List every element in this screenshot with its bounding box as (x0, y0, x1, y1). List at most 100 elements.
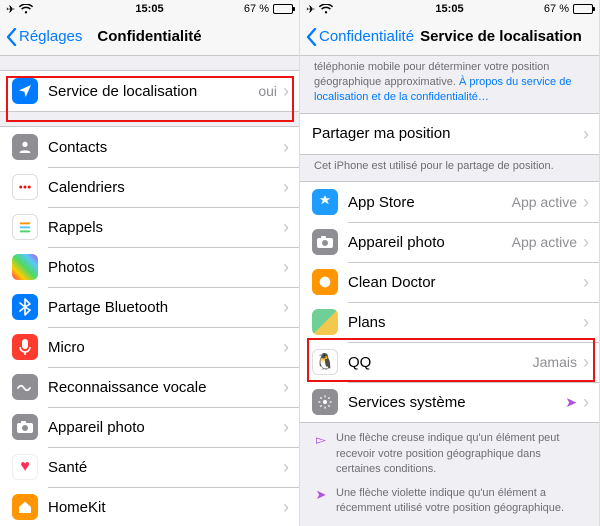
camapp-icon (312, 229, 338, 255)
status-bar: ✈︎ 15:05 67 % (0, 0, 299, 18)
homekit-icon (12, 494, 38, 520)
app-cell-maps[interactable]: Plans› (300, 302, 599, 342)
privacy-cell-cam[interactable]: Appareil photo› (0, 407, 299, 447)
cell-label: App Store (348, 194, 512, 211)
app-cell-qq[interactable]: 🐧 QQJamais › (300, 342, 599, 382)
app-cell-camapp[interactable]: Appareil photoApp active › (300, 222, 599, 262)
chevron-right-icon: › (583, 193, 589, 211)
cell-label: Calendriers (48, 179, 283, 196)
chevron-right-icon: › (583, 125, 589, 143)
share-position-label: Partager ma position (312, 125, 583, 142)
location-arrow-icon: ➤ (565, 394, 577, 411)
screen-privacy: ✈︎ 15:05 67 % Réglages Confidentialité S… (0, 0, 300, 526)
back-label: Confidentialité (319, 28, 414, 45)
speech-icon (12, 374, 38, 400)
cam-icon (12, 414, 38, 440)
battery-pct: 67 % (544, 3, 569, 15)
navbar-privacy: Réglages Confidentialité (0, 18, 299, 56)
app-cell-sys[interactable]: Services système➤ › (300, 382, 599, 422)
clean-icon (312, 269, 338, 295)
privacy-cell-cal[interactable]: ●●● Calendriers› (0, 167, 299, 207)
status-bar: ✈︎ 15:05 67 % (300, 0, 599, 18)
appstore-icon (312, 189, 338, 215)
cell-label: Clean Doctor (348, 274, 583, 291)
chevron-right-icon: › (283, 338, 289, 356)
chevron-right-icon: › (283, 418, 289, 436)
bt-icon (12, 294, 38, 320)
privacy-cell-mic[interactable]: Micro› (0, 327, 299, 367)
battery-icon (273, 4, 293, 14)
back-label: Réglages (19, 28, 82, 45)
cell-label: Reconnaissance vocale (48, 379, 283, 396)
health-icon: ♥ (12, 454, 38, 480)
back-button[interactable]: Confidentialité (306, 28, 414, 46)
mic-icon (12, 334, 38, 360)
maps-icon (312, 309, 338, 335)
legend-row: ◅Une flèche creuse indique qu'un élément… (314, 431, 585, 477)
cell-label: Photos (48, 259, 283, 276)
chevron-right-icon: › (583, 273, 589, 291)
chevron-right-icon: › (583, 313, 589, 331)
chevron-right-icon: › (283, 178, 289, 196)
battery-pct: 67 % (244, 3, 269, 15)
cell-label: Plans (348, 314, 583, 331)
cell-label: Services système (348, 394, 565, 411)
privacy-cell-rem[interactable]: Rappels› (0, 207, 299, 247)
status-time: 15:05 (435, 3, 463, 15)
cell-label: Appareil photo (348, 234, 512, 251)
chevron-right-icon: › (283, 298, 289, 316)
app-cell-appstore[interactable]: App StoreApp active › (300, 182, 599, 222)
legend-arrow-icon: ➤ (314, 486, 328, 517)
chevron-right-icon: › (283, 498, 289, 516)
cell-label: Rappels (48, 219, 283, 236)
cell-detail: App active (512, 194, 577, 210)
contacts-icon (12, 134, 38, 160)
navbar-title: Service de localisation (420, 28, 582, 45)
chevron-right-icon: › (283, 218, 289, 236)
cell-label: Service de localisation (48, 83, 258, 100)
chevron-right-icon: › (583, 233, 589, 251)
chevron-right-icon: › (283, 378, 289, 396)
screen-location: ✈︎ 15:05 67 % Confidentialité Service de… (300, 0, 600, 526)
privacy-cell-speech[interactable]: Reconnaissance vocale› (0, 367, 299, 407)
chevron-right-icon: › (283, 258, 289, 276)
cell-label: Partage Bluetooth (48, 299, 283, 316)
cell-label: QQ (348, 354, 533, 371)
app-cell-clean[interactable]: Clean Doctor› (300, 262, 599, 302)
cell-label: HomeKit (48, 499, 283, 516)
loc-icon (12, 78, 38, 104)
back-button[interactable]: Réglages (6, 28, 82, 46)
cell-label: Santé (48, 459, 283, 476)
cell-detail: App active (512, 234, 577, 250)
chevron-right-icon: › (283, 138, 289, 156)
sys-icon (312, 389, 338, 415)
privacy-cell-bt[interactable]: Partage Bluetooth› (0, 287, 299, 327)
cell-label: Appareil photo (48, 419, 283, 436)
chevron-right-icon: › (583, 393, 589, 411)
privacy-cell-contacts[interactable]: Contacts› (0, 127, 299, 167)
navbar-location: Confidentialité Service de localisation (300, 18, 599, 56)
chevron-right-icon: › (583, 353, 589, 371)
legend-arrow-icon: ◅ (314, 431, 328, 477)
wifi-icon (319, 4, 333, 14)
chevron-right-icon: › (283, 82, 289, 100)
cell-label: Contacts (48, 139, 283, 156)
battery-icon (573, 4, 593, 14)
cell-label: Micro (48, 339, 283, 356)
airplane-icon: ✈︎ (6, 3, 15, 16)
wifi-icon (19, 4, 33, 14)
privacy-cell-location[interactable]: Service de localisationoui› (0, 71, 299, 111)
cal-icon: ●●● (12, 174, 38, 200)
privacy-cell-homekit[interactable]: HomeKit› (0, 487, 299, 526)
top-note: téléphonie mobile pour déterminer votre … (300, 56, 599, 113)
privacy-cell-photos[interactable]: Photos› (0, 247, 299, 287)
chevron-right-icon: › (283, 458, 289, 476)
qq-icon: 🐧 (312, 349, 338, 375)
rem-icon (12, 214, 38, 240)
legend-text: Une flèche creuse indique qu'un élément … (336, 431, 585, 477)
share-position-cell[interactable]: Partager ma position › (300, 114, 599, 154)
navbar-title: Confidentialité (97, 28, 201, 45)
airplane-icon: ✈︎ (306, 3, 315, 16)
privacy-cell-health[interactable]: ♥ Santé› (0, 447, 299, 487)
cell-detail: Jamais (533, 354, 577, 370)
